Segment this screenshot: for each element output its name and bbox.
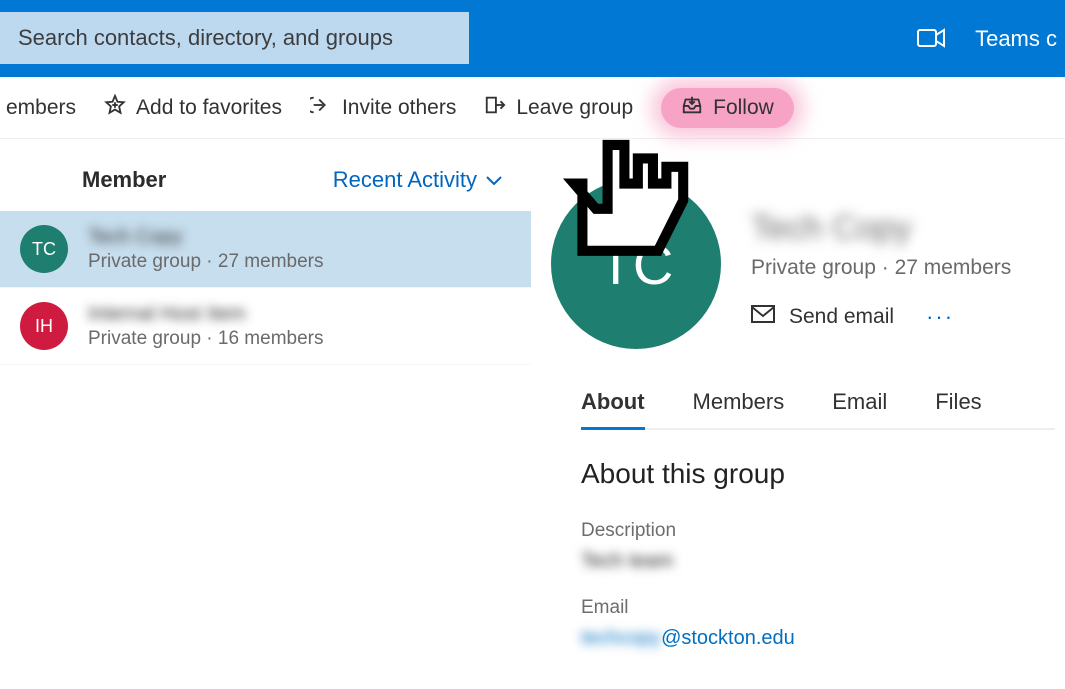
group-title-blurred: Tech Copy [751, 209, 1011, 248]
tab-files[interactable]: Files [935, 389, 981, 428]
group-avatar-large: TC [551, 179, 721, 349]
avatar: TC [20, 225, 68, 273]
group-meta: Private group · 27 members [88, 251, 324, 273]
follow-button[interactable]: Follow [661, 88, 794, 128]
list-item-text: Tech Copy Private group · 27 members [88, 226, 324, 273]
description-label: Description [581, 520, 1055, 542]
tab-email[interactable]: Email [832, 389, 887, 428]
list-item[interactable]: TC Tech Copy Private group · 27 members [0, 211, 531, 288]
about-heading: About this group [581, 458, 1055, 490]
avatar: IH [20, 302, 68, 350]
groups-list: TC Tech Copy Private group · 27 members … [0, 211, 531, 365]
top-banner: Teams c [0, 0, 1065, 77]
group-name-blurred: Tech Copy [88, 226, 324, 249]
tab-members[interactable]: Members [693, 389, 785, 428]
share-icon [310, 94, 332, 122]
group-name-blurred: Internal Host Item [88, 303, 324, 326]
chevron-down-icon [485, 167, 503, 193]
group-toolbar: embers Add to favorites Invite others Le… [0, 77, 1065, 139]
more-actions-button[interactable]: ··· [926, 304, 954, 330]
list-item-text: Internal Host Item Private group · 16 me… [88, 303, 324, 350]
leave-icon [484, 94, 506, 122]
sort-button[interactable]: Recent Activity [333, 167, 503, 193]
teams-link[interactable]: Teams c [975, 26, 1057, 52]
list-header: Member Recent Activity [0, 139, 531, 211]
group-subtitle: Private group · 27 members [751, 256, 1011, 280]
email-label: Email [581, 597, 1055, 619]
inbox-icon [681, 94, 703, 122]
detail-header: TC Tech Copy Private group · 27 members … [581, 179, 1055, 349]
tab-about[interactable]: About [581, 389, 645, 430]
send-email-button[interactable]: Send email [789, 305, 894, 329]
main-area: Member Recent Activity TC Tech Copy Priv… [0, 139, 1065, 689]
list-item[interactable]: IH Internal Host Item Private group · 16… [0, 288, 531, 365]
members-button-partial[interactable]: embers [6, 96, 76, 120]
groups-list-panel: Member Recent Activity TC Tech Copy Priv… [0, 139, 531, 689]
star-icon [104, 94, 126, 122]
group-detail-panel: TC Tech Copy Private group · 27 members … [531, 139, 1065, 689]
detail-tabs: About Members Email Files [581, 389, 1055, 430]
video-camera-icon[interactable] [917, 28, 945, 53]
about-section: About this group Description Tech team E… [581, 458, 1055, 650]
search-input[interactable] [0, 12, 469, 64]
group-email-link[interactable]: techcopy@stockton.edu [581, 627, 1055, 650]
invite-others-button[interactable]: Invite others [310, 94, 456, 122]
add-to-favorites-button[interactable]: Add to favorites [104, 94, 282, 122]
group-meta: Private group · 16 members [88, 328, 324, 350]
mail-icon [751, 305, 775, 329]
description-value: Tech team [581, 550, 1055, 573]
leave-group-button[interactable]: Leave group [484, 94, 633, 122]
list-header-title: Member [82, 167, 166, 193]
